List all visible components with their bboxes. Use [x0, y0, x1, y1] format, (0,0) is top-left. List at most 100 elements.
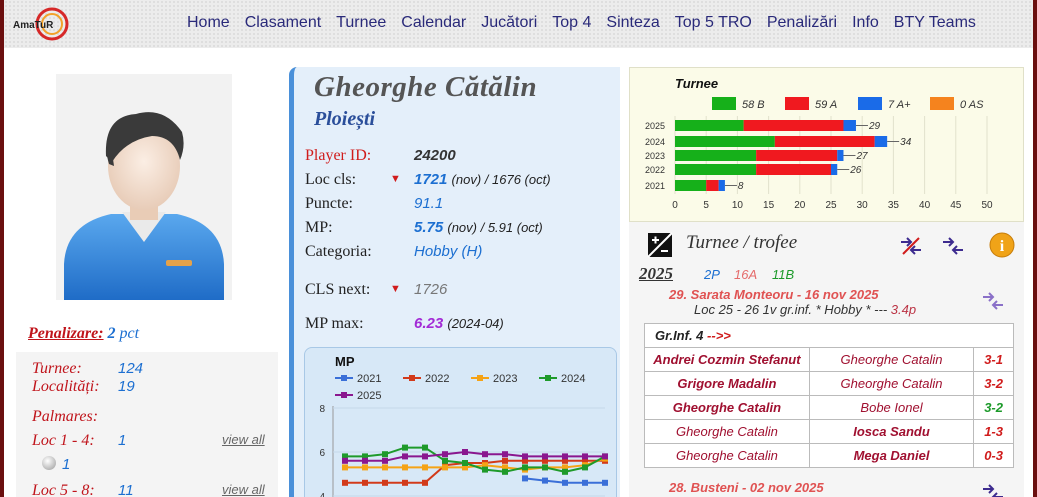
legend-label-AS[interactable]: 0 AS: [960, 99, 984, 111]
player1-cell[interactable]: Gheorghe Catalin: [644, 395, 810, 420]
turnee-total-label: 29: [868, 121, 881, 132]
table-row: Andrei Cozmin Stefanut Gheorghe Catalin …: [644, 347, 1014, 372]
mp-point-2025: [462, 449, 468, 455]
score-cell: 0-3: [973, 443, 1014, 468]
legend-marker-2023: [477, 375, 483, 381]
legend-swatch-AS: [930, 97, 954, 110]
turnee-y-label: 2023: [645, 151, 665, 161]
player2-cell[interactable]: Gheorghe Catalin: [808, 347, 975, 372]
legend-label-A+[interactable]: 7 A+: [888, 99, 911, 111]
mp-point-2025: [582, 453, 588, 460]
player1-cell[interactable]: Andrei Cozmin Stefanut: [644, 347, 810, 372]
loc-cls-note: (nov) / 1676 (oct): [451, 172, 551, 187]
turnee-bar-B: [675, 164, 757, 175]
nav-turnee[interactable]: Turnee: [336, 14, 386, 32]
legend-label-2021[interactable]: 2021: [357, 373, 381, 385]
expand-arrows-icon[interactable]: [981, 292, 1005, 310]
mp-point-2025: [502, 451, 508, 458]
collapse-arrows-icon[interactable]: [899, 236, 923, 256]
legend-marker-2024: [545, 375, 551, 381]
chevron-down-icon[interactable]: ▼: [390, 173, 401, 185]
page: AmaTuR Home Clasament Turnee Calendar Ju…: [4, 0, 1033, 497]
player1-cell[interactable]: Gheorghe Catalin: [644, 443, 810, 468]
legend-label-2025[interactable]: 2025: [357, 390, 381, 402]
group-arrow: -->>: [707, 328, 731, 343]
legend-swatch-A+: [858, 97, 882, 110]
mp-point-2025: [482, 451, 488, 458]
expand-arrows-icon[interactable]: [981, 484, 1005, 497]
legend-label-2022[interactable]: 2022: [425, 373, 449, 385]
mp-y-tick: 4: [319, 492, 325, 497]
nav-top4[interactable]: Top 4: [552, 14, 591, 32]
player2-cell[interactable]: Iosca Sandu: [808, 419, 975, 444]
penalty-label[interactable]: Penalizare:: [28, 325, 104, 342]
localitati-value: 19: [118, 378, 135, 395]
view-all-link-1[interactable]: view all: [222, 432, 265, 447]
turnee-y-label: 2022: [645, 165, 665, 175]
cls-next-value: 1726: [414, 281, 448, 298]
mp-label: MP:: [305, 219, 333, 236]
group-header-cell[interactable]: Gr.Inf. 4 -->>: [644, 323, 1014, 348]
turnee-x-tick: 30: [857, 200, 869, 211]
amatur-logo[interactable]: AmaTuR: [10, 6, 74, 42]
player2-cell[interactable]: Mega Daniel: [808, 443, 975, 468]
player1-cell[interactable]: Grigore Madalin: [644, 371, 810, 396]
nav-info[interactable]: Info: [852, 14, 879, 32]
event-title-2[interactable]: 28. Busteni - 02 nov 2025: [669, 480, 824, 495]
mp-y-tick: 8: [319, 404, 325, 415]
view-all-link-2[interactable]: view all: [222, 482, 265, 497]
nav-top5-tro[interactable]: Top 5 TRO: [675, 14, 752, 32]
player2-cell[interactable]: Bobe Ionel: [808, 395, 975, 420]
event-sub-1: Loc 25 - 26 1v gr.inf. * Hobby * --- 3.4…: [694, 302, 916, 317]
turnee-y-label: 2025: [645, 121, 665, 131]
mp-point-2021: [522, 475, 528, 482]
player-id-label: Player ID:: [305, 147, 372, 164]
player-name: Gheorghe Cătălin: [314, 71, 538, 103]
turnee-x-tick: 10: [732, 200, 744, 211]
turnee-bar-A+: [874, 136, 888, 147]
year-2025[interactable]: 2025: [639, 264, 673, 284]
mp-point-2025: [362, 457, 368, 464]
mp-point-2022: [422, 479, 428, 486]
mp-point-2024: [562, 468, 568, 475]
turnee-total-label: 26: [849, 165, 862, 176]
mp-value: 5.75 (nov) / 5.91 (oct): [414, 219, 543, 236]
nav-clasament[interactable]: Clasament: [245, 14, 321, 32]
chevron-down-icon[interactable]: ▼: [390, 283, 401, 295]
legend-label-A[interactable]: 59 A: [815, 99, 837, 111]
nav-sinteza[interactable]: Sinteza: [606, 14, 659, 32]
player2-cell[interactable]: Gheorghe Catalin: [808, 371, 975, 396]
nav-penalizari[interactable]: Penalizări: [767, 14, 837, 32]
score-cell: 3-2: [973, 395, 1014, 420]
player-avatar: [56, 74, 232, 300]
table-row: Gheorghe Catalin Iosca Sandu 1-3: [644, 419, 1014, 444]
turnee-x-tick: 40: [919, 200, 931, 211]
info-icon[interactable]: i: [989, 232, 1015, 258]
mp-y-tick: 6: [319, 448, 325, 459]
loc-cls-label: Loc cls:: [305, 171, 357, 188]
turnee-bar-A+: [843, 120, 856, 131]
legend-marker-2025: [341, 392, 347, 398]
nav-home[interactable]: Home: [187, 14, 230, 32]
group-header-row: Gr.Inf. 4 -->>: [644, 323, 1014, 348]
mp-point-2022: [402, 479, 408, 486]
nav-jucatori[interactable]: Jucători: [481, 14, 537, 32]
mp-point-2024: [482, 466, 488, 473]
player1-cell[interactable]: Gheorghe Catalin: [644, 419, 810, 444]
legend-label-2023[interactable]: 2023: [493, 373, 517, 385]
nav-bty-teams[interactable]: BTY Teams: [894, 14, 976, 32]
legend-swatch-A: [785, 97, 809, 110]
turnee-x-tick: 5: [703, 200, 709, 211]
nav-calendar[interactable]: Calendar: [401, 14, 466, 32]
trofee-title: Turnee / trofee: [686, 232, 798, 253]
mp-point-2022: [502, 457, 508, 464]
turnee-y-label: 2021: [645, 181, 665, 191]
table-row: Gheorghe Catalin Bobe Ionel 3-2: [644, 395, 1014, 420]
expand-arrows-icon[interactable]: [941, 236, 965, 256]
loc-cls-value: 1721 (nov) / 1676 (oct): [414, 171, 551, 188]
medal-icon: [42, 456, 56, 470]
legend-label-2024[interactable]: 2024: [561, 373, 585, 385]
legend-label-B[interactable]: 58 B: [742, 99, 765, 111]
event-title-1[interactable]: 29. Sarata Monteoru - 16 nov 2025: [669, 287, 879, 302]
mp-point-2024: [522, 464, 528, 471]
